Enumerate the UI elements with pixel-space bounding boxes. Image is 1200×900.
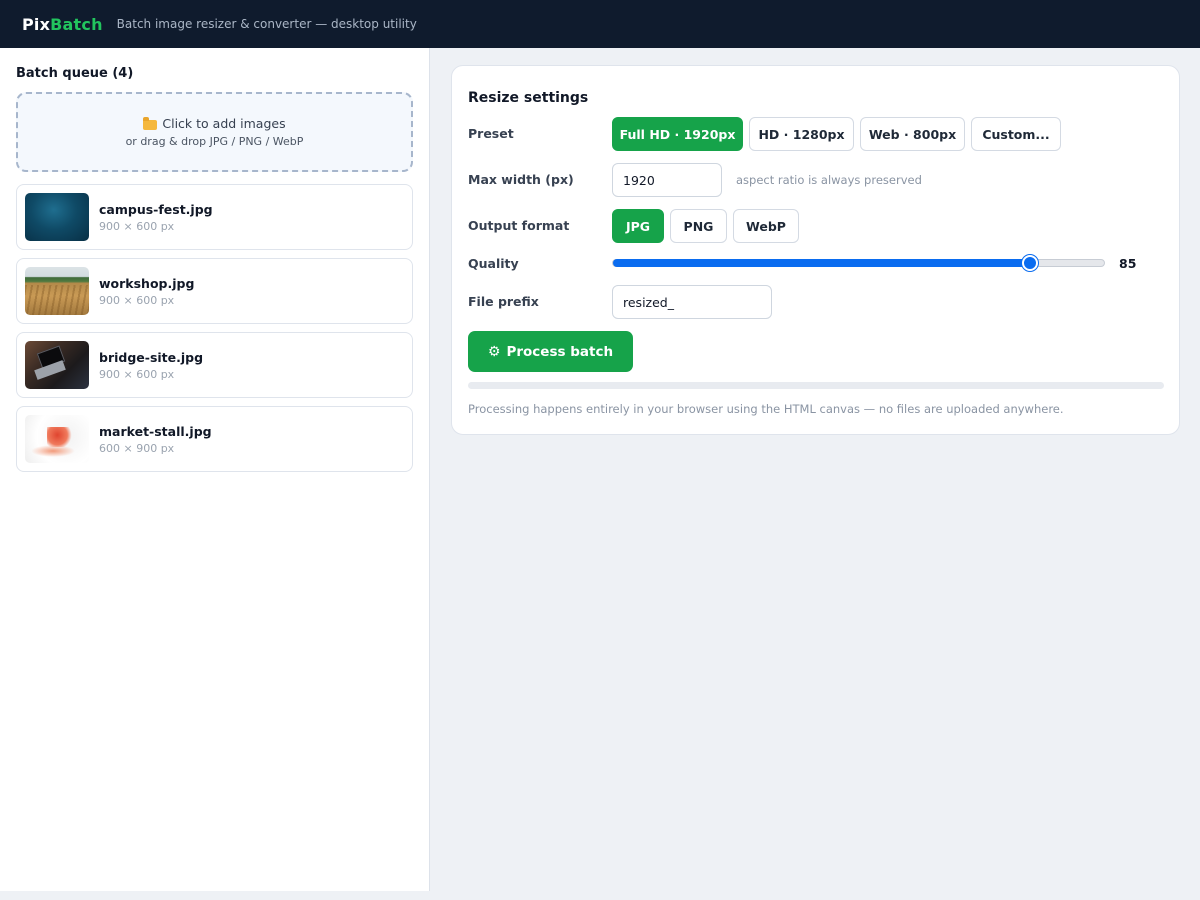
max-width-input[interactable] bbox=[612, 163, 722, 197]
preset-full-hd-button[interactable]: Full HD · 1920px bbox=[612, 117, 743, 151]
panel-title: Resize settings bbox=[468, 90, 589, 106]
quality-label: Quality bbox=[468, 256, 519, 271]
image-dropzone[interactable]: Click to add images or drag & drop JPG /… bbox=[16, 92, 413, 172]
file-item-bridge-site[interactable]: bridge-site.jpg 900 × 600 px bbox=[16, 332, 413, 398]
format-jpg-button[interactable]: JPG bbox=[612, 209, 664, 243]
file-prefix-input[interactable] bbox=[612, 285, 772, 319]
file-info: workshop.jpg 900 × 600 px bbox=[99, 276, 194, 307]
file-name: bridge-site.jpg bbox=[99, 349, 204, 365]
file-dimensions: 900 × 600 px bbox=[99, 367, 175, 381]
file-dimensions: 900 × 600 px bbox=[99, 219, 175, 233]
quality-slider[interactable] bbox=[612, 255, 1105, 271]
format-png-button[interactable]: PNG bbox=[670, 209, 727, 243]
file-thumbnail bbox=[25, 415, 89, 463]
gear-icon: ⚙ bbox=[487, 343, 501, 360]
file-thumbnail bbox=[25, 193, 89, 241]
file-name: market-stall.jpg bbox=[99, 423, 212, 439]
file-prefix-label: File prefix bbox=[468, 294, 539, 309]
file-info: market-stall.jpg 600 × 900 px bbox=[99, 424, 212, 455]
resize-settings-panel: Resize settings Preset Full HD · 1920px … bbox=[451, 65, 1180, 435]
process-batch-button[interactable]: ⚙ Process batch bbox=[468, 331, 633, 372]
app-tagline: Batch image resizer & converter — deskto… bbox=[116, 17, 417, 31]
preset-hd-button[interactable]: HD · 1280px bbox=[749, 117, 854, 151]
file-name: campus-fest.jpg bbox=[99, 201, 213, 217]
app-logo: PixBatch bbox=[22, 15, 103, 34]
folder-icon bbox=[143, 116, 158, 130]
file-item-workshop[interactable]: workshop.jpg 900 × 600 px bbox=[16, 258, 413, 324]
file-thumbnail bbox=[25, 267, 89, 315]
dropzone-sub-text: or drag & drop JPG / PNG / WebP bbox=[125, 135, 304, 148]
dropzone-main-text: Click to add images bbox=[162, 116, 286, 131]
output-format-label: Output format bbox=[468, 218, 570, 233]
file-info: bridge-site.jpg 900 × 600 px bbox=[99, 350, 203, 381]
top-bar: PixBatch Batch image resizer & converter… bbox=[0, 0, 1200, 48]
batch-queue-title: Batch queue (4) bbox=[16, 66, 134, 81]
file-dimensions: 900 × 600 px bbox=[99, 293, 175, 307]
dropzone-main-row: Click to add images bbox=[143, 116, 286, 131]
privacy-footnote: Processing happens entirely in your brow… bbox=[468, 402, 1064, 416]
quality-slider-fill bbox=[613, 259, 1031, 267]
brand-name-part2: Batch bbox=[50, 14, 103, 34]
file-thumbnail bbox=[25, 341, 89, 389]
file-info: campus-fest.jpg 900 × 600 px bbox=[99, 202, 213, 233]
quality-value: 85 bbox=[1119, 256, 1137, 271]
format-webp-button[interactable]: WebP bbox=[733, 209, 799, 243]
file-name: workshop.jpg bbox=[99, 275, 195, 291]
preset-custom-button[interactable]: Custom... bbox=[971, 117, 1061, 151]
progress-bar bbox=[468, 382, 1164, 389]
preset-label: Preset bbox=[468, 126, 514, 141]
aspect-ratio-hint: aspect ratio is always preserved bbox=[736, 173, 922, 187]
preset-web-button[interactable]: Web · 800px bbox=[860, 117, 965, 151]
brand-name-part1: Pix bbox=[22, 14, 51, 34]
file-item-market-stall[interactable]: market-stall.jpg 600 × 900 px bbox=[16, 406, 413, 472]
batch-queue-sidebar: Batch queue (4) Click to add images or d… bbox=[0, 48, 430, 891]
quality-slider-thumb[interactable] bbox=[1022, 255, 1039, 271]
process-batch-label: Process batch bbox=[506, 343, 614, 360]
file-dimensions: 600 × 900 px bbox=[99, 441, 175, 455]
file-item-campus-fest[interactable]: campus-fest.jpg 900 × 600 px bbox=[16, 184, 413, 250]
max-width-label: Max width (px) bbox=[468, 172, 574, 187]
